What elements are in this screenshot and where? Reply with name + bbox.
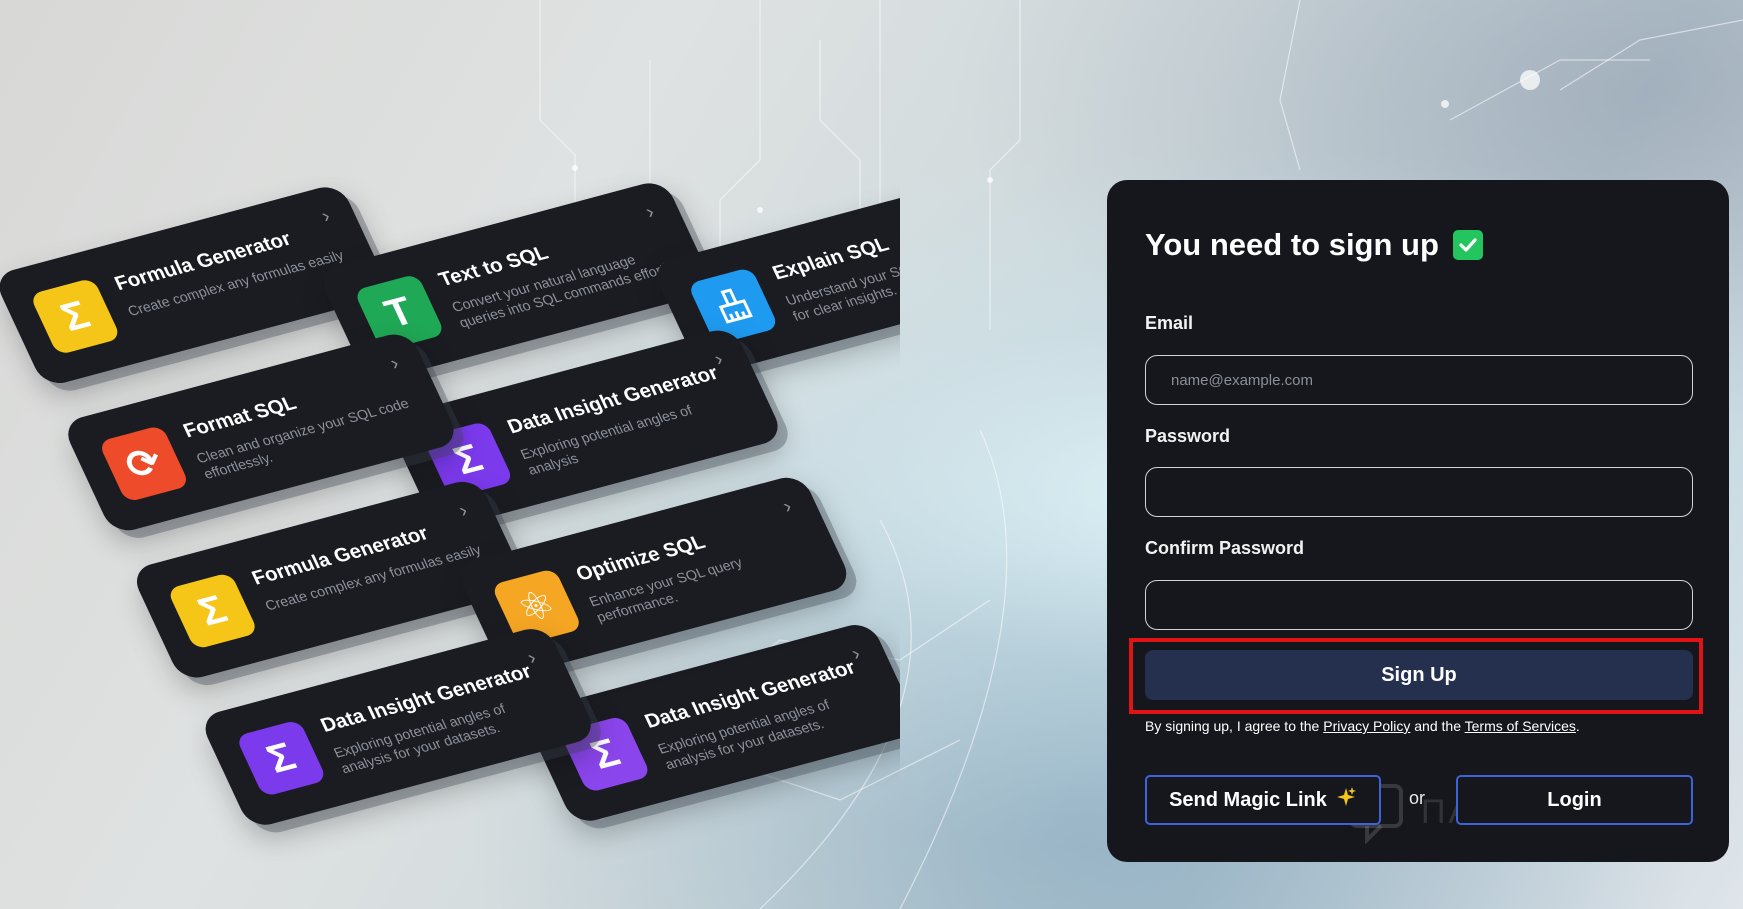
chevron-right-icon: › <box>779 495 796 518</box>
send-magic-link-label: Send Magic Link <box>1169 788 1327 811</box>
chevron-right-icon: › <box>386 352 403 375</box>
feature-card-description: Convert your natural language queries in… <box>449 251 683 331</box>
sigma-icon: Σ <box>29 277 122 356</box>
sparkles-icon <box>1335 786 1357 814</box>
checkmark-icon <box>1452 230 1483 260</box>
feature-cards-collage: Σ Formula Generator Create complex any for… <box>0 0 900 909</box>
password-label: Password <box>1145 426 1231 446</box>
email-label: Email <box>1145 313 1194 333</box>
or-separator: or <box>1409 788 1426 808</box>
terms-of-services-link[interactable]: Terms of Services <box>1465 718 1576 734</box>
terms-prefix: By signing up, I agree to the <box>1145 718 1324 734</box>
terms-suffix: . <box>1575 718 1580 734</box>
signup-panel: You need to sign up Email Password Confi… <box>1107 180 1729 862</box>
refresh-icon: ⟳ <box>97 424 191 503</box>
sigma-icon: Σ <box>166 572 259 650</box>
login-button[interactable]: Login <box>1456 775 1693 825</box>
terms-middle: and the <box>1410 718 1465 734</box>
feature-card-description: Clean and organize your SQL code effortl… <box>193 394 412 482</box>
password-field[interactable] <box>1145 467 1693 517</box>
chevron-right-icon: › <box>318 205 334 228</box>
confirm-password-field[interactable] <box>1145 580 1693 630</box>
signup-title-text: You need to sign up <box>1145 227 1439 262</box>
chevron-right-icon: › <box>455 499 472 522</box>
email-field[interactable] <box>1145 355 1693 405</box>
confirm-password-label: Confirm Password <box>1145 538 1305 558</box>
sigma-icon: Σ <box>235 719 328 798</box>
send-magic-link-button[interactable]: Send Magic Link <box>1145 775 1381 825</box>
terms-notice: By signing up, I agree to the Privacy Po… <box>1145 718 1580 734</box>
signup-title: You need to sign up <box>1145 227 1483 263</box>
sign-up-button[interactable]: Sign Up <box>1145 650 1693 700</box>
chevron-right-icon: › <box>642 201 659 224</box>
privacy-policy-link[interactable]: Privacy Policy <box>1323 718 1410 734</box>
